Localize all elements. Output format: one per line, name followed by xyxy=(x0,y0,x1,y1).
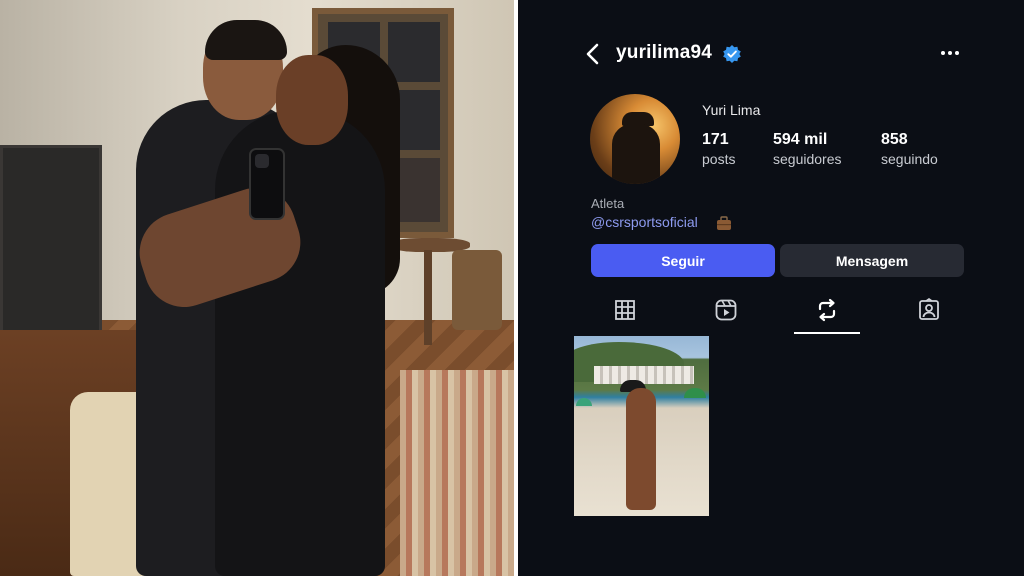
profile-username: yurilima94 xyxy=(616,42,712,63)
stat-following[interactable]: 858 seguindo xyxy=(881,131,938,167)
followers-label: seguidores xyxy=(773,151,842,167)
tab-reposts[interactable] xyxy=(794,298,860,334)
photo-woman-body xyxy=(215,110,385,576)
photo-woman-head xyxy=(276,55,348,145)
post-thumbnail[interactable] xyxy=(574,336,709,516)
back-button[interactable] xyxy=(582,42,604,66)
following-count: 858 xyxy=(881,131,908,148)
tagged-icon xyxy=(919,298,939,320)
profile-screen: yurilima94 Yuri Lima 171 posts 594 mil s… xyxy=(518,0,1024,576)
briefcase-icon xyxy=(717,216,731,230)
tab-posts-grid[interactable] xyxy=(592,298,658,334)
active-tab-indicator xyxy=(794,332,860,334)
stat-followers[interactable]: 594 mil seguidores xyxy=(773,131,842,167)
tab-reels[interactable] xyxy=(693,298,759,334)
grid-icon xyxy=(615,300,635,320)
more-options-button[interactable] xyxy=(938,42,962,64)
profile-full-name: Yuri Lima xyxy=(702,102,761,118)
ellipsis-icon xyxy=(941,51,959,55)
profile-avatar[interactable] xyxy=(590,94,680,184)
photo-chair xyxy=(452,250,502,330)
couple-photo xyxy=(0,0,514,576)
posts-count: 171 xyxy=(702,131,729,148)
reels-icon xyxy=(715,299,737,321)
stat-posts[interactable]: 171 posts xyxy=(702,131,735,167)
verified-badge-icon xyxy=(723,45,741,63)
bio-category: Atleta xyxy=(591,196,625,211)
photo-phone xyxy=(249,148,285,220)
followers-count: 594 mil xyxy=(773,131,828,148)
chevron-left-icon xyxy=(586,43,599,65)
tab-tagged[interactable] xyxy=(896,298,962,334)
posts-label: posts xyxy=(702,151,736,167)
photo-rug xyxy=(400,370,514,576)
following-label: seguindo xyxy=(881,151,938,167)
reposts-icon xyxy=(818,298,836,322)
bio-mention-link[interactable]: @csrsportsoficial xyxy=(591,214,698,230)
follow-button[interactable]: Seguir xyxy=(591,244,775,277)
message-button[interactable]: Mensagem xyxy=(780,244,964,277)
